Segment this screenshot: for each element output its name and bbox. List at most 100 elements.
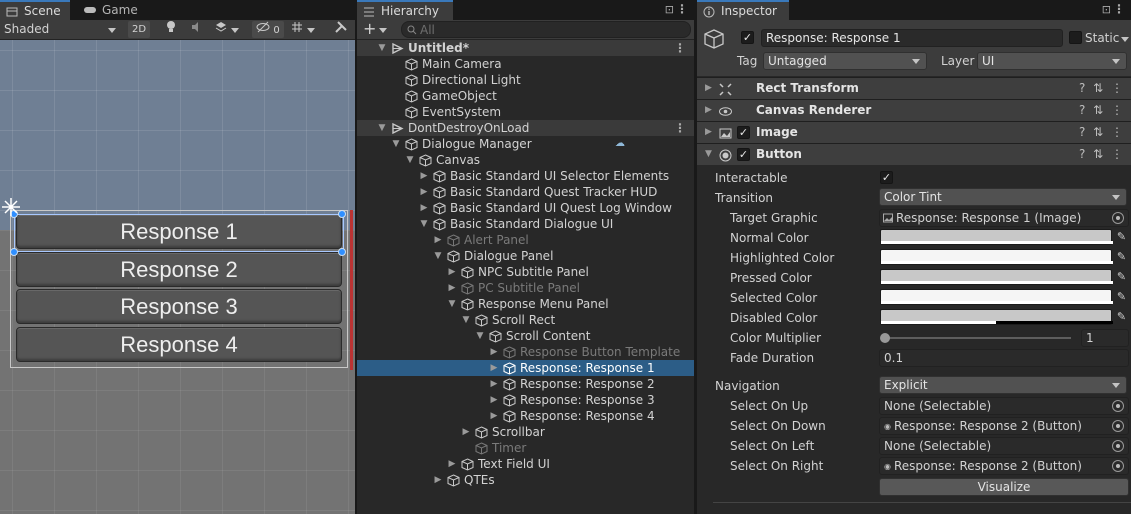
add-object-button[interactable]: + — [363, 20, 391, 40]
object-picker-icon[interactable] — [1112, 420, 1124, 432]
expand-arrow-icon[interactable]: ▶ — [489, 360, 499, 376]
eyedropper-icon[interactable]: ✎ — [1115, 310, 1128, 323]
expand-arrow-icon[interactable]: ▶ — [419, 168, 429, 184]
scene-visibility-toggle[interactable]: 0 — [252, 21, 284, 38]
hierarchy-row[interactable]: ▼ Basic Standard Dialogue UI — [357, 216, 694, 232]
pressed-color-swatch[interactable] — [880, 269, 1113, 285]
response-button-4[interactable]: Response 4 — [16, 327, 342, 362]
transition-dropdown[interactable]: Color Tint — [879, 188, 1127, 206]
selected-color-swatch[interactable] — [880, 289, 1113, 305]
interactable-checkbox[interactable]: ✓ — [880, 171, 893, 184]
enabled-checkbox[interactable]: ✓ — [737, 126, 750, 139]
hierarchy-search-input[interactable]: All — [401, 21, 691, 38]
expand-arrow-icon[interactable]: ▶ — [489, 376, 499, 392]
hierarchy-row[interactable]: ▼ Response Menu Panel — [357, 296, 694, 312]
scene-menu-icon[interactable]: ⋮ — [674, 40, 686, 56]
resize-handle[interactable] — [10, 248, 18, 256]
collapse-arrow-icon[interactable]: ▼ — [377, 40, 387, 56]
panel-menu-icon[interactable]: ⋮ — [676, 2, 688, 16]
hierarchy-row[interactable]: GameObject — [357, 88, 694, 104]
hierarchy-row[interactable]: ▼ Dialogue Manager ☁ — [357, 136, 694, 152]
select-on-right-field[interactable]: ◉ Response: Response 2 (Button) — [879, 457, 1129, 475]
hierarchy-row[interactable]: ▶ Basic Standard UI Selector Elements — [357, 168, 694, 184]
hierarchy-row[interactable]: ▶ NPC Subtitle Panel — [357, 264, 694, 280]
expand-arrow-icon[interactable]: ▶ — [489, 408, 499, 424]
expand-arrow-icon[interactable]: ▶ — [461, 424, 471, 440]
object-picker-icon[interactable] — [1112, 212, 1124, 224]
hierarchy-row[interactable]: ▶ Basic Standard Quest Tracker HUD — [357, 184, 694, 200]
tab-inspector[interactable]: Inspector — [697, 0, 789, 20]
highlighted-color-swatch[interactable] — [880, 249, 1113, 265]
lighting-toggle[interactable] — [162, 21, 180, 38]
response-button-2[interactable]: Response 2 — [16, 252, 342, 287]
hierarchy-row[interactable]: EventSystem — [357, 104, 694, 120]
hierarchy-row[interactable]: ▶ QTEs — [357, 472, 694, 488]
tab-game[interactable]: Game — [78, 0, 148, 20]
tag-dropdown[interactable]: Untagged — [763, 52, 927, 70]
hierarchy-row[interactable]: ▶ Scrollbar — [357, 424, 694, 440]
eyedropper-icon[interactable]: ✎ — [1115, 230, 1128, 243]
expand-arrow-icon[interactable]: ▶ — [447, 280, 457, 296]
layer-dropdown[interactable]: UI — [977, 52, 1127, 70]
color-multiplier-track[interactable] — [881, 337, 1071, 339]
collapse-arrow-icon[interactable]: ▼ — [405, 152, 415, 168]
eyedropper-icon[interactable]: ✎ — [1115, 270, 1128, 283]
collapse-arrow-icon[interactable]: ▼ — [377, 120, 387, 136]
response-button-3[interactable]: Response 3 — [16, 289, 342, 324]
hierarchy-scene-row[interactable]: ▼ DontDestroyOnLoad ⋮ — [357, 120, 694, 136]
target-graphic-field[interactable]: Response: Response 1 (Image) — [879, 209, 1129, 227]
enabled-checkbox[interactable]: ✓ — [737, 148, 750, 161]
color-multiplier-knob[interactable] — [880, 333, 890, 343]
select-on-down-field[interactable]: ◉ Response: Response 2 (Button) — [879, 417, 1129, 435]
collapse-arrow-icon[interactable]: ▼ — [461, 312, 471, 328]
visualize-button[interactable]: Visualize — [879, 478, 1129, 496]
collapse-arrow-icon[interactable]: ▼ — [433, 248, 443, 264]
collapse-arrow-icon[interactable]: ▼ — [419, 216, 429, 232]
tab-scene[interactable]: Scene — [0, 0, 70, 20]
expand-arrow-icon[interactable]: ▶ — [433, 472, 443, 488]
expand-arrow-icon[interactable]: ▶ — [447, 456, 457, 472]
object-name-field[interactable]: Response: Response 1 — [761, 29, 1063, 47]
hierarchy-row[interactable]: ▶ Response: Response 1 — [357, 360, 694, 376]
hierarchy-row[interactable]: ▶ PC Subtitle Panel — [357, 280, 694, 296]
normal-color-swatch[interactable] — [880, 229, 1113, 245]
collapse-arrow-icon[interactable]: ▼ — [391, 136, 401, 152]
expand-arrow-icon[interactable]: ▶ — [447, 264, 457, 280]
audio-toggle[interactable] — [188, 21, 206, 38]
collapse-arrow-icon[interactable]: ▼ — [475, 328, 485, 344]
eyedropper-icon[interactable]: ✎ — [1115, 250, 1128, 263]
resize-handle[interactable] — [338, 248, 346, 256]
grid-snap-dropdown[interactable] — [288, 21, 318, 38]
object-picker-icon[interactable] — [1112, 400, 1124, 412]
mode-2d-toggle[interactable]: 2D — [128, 21, 150, 38]
hierarchy-row[interactable]: ▶ Response Button Template — [357, 344, 694, 360]
object-picker-icon[interactable] — [1112, 440, 1124, 452]
hierarchy-row[interactable]: ▶ Basic Standard UI Quest Log Window — [357, 200, 694, 216]
disabled-color-swatch[interactable] — [880, 309, 1113, 325]
component-tools[interactable]: ? ⇅ ⋮ — [1079, 78, 1125, 99]
expand-arrow-icon[interactable]: ▶ — [419, 200, 429, 216]
hierarchy-row[interactable]: ▼ Scroll Content — [357, 328, 694, 344]
hierarchy-row[interactable]: ▶ Response: Response 3 — [357, 392, 694, 408]
component-rect-transform[interactable]: ▶ Rect Transform ? ⇅ ⋮ — [697, 77, 1131, 99]
expand-arrow-icon[interactable]: ▶ — [489, 344, 499, 360]
tab-hierarchy[interactable]: Hierarchy — [357, 0, 453, 20]
component-canvas-renderer[interactable]: ▶ Canvas Renderer ? ⇅ ⋮ — [697, 99, 1131, 121]
tools-button[interactable] — [332, 21, 350, 38]
shading-mode-dropdown[interactable]: Shaded — [4, 20, 116, 40]
hierarchy-row[interactable]: ▶ Text Field UI — [357, 456, 694, 472]
resize-handle[interactable] — [338, 210, 346, 218]
component-tools[interactable]: ? ⇅ ⋮ — [1079, 144, 1125, 165]
hierarchy-row[interactable]: ▼ Dialogue Panel — [357, 248, 694, 264]
hierarchy-row[interactable]: Main Camera — [357, 56, 694, 72]
collapse-arrow-icon[interactable]: ▼ — [447, 296, 457, 312]
effects-dropdown[interactable] — [212, 21, 242, 38]
hierarchy-row[interactable]: Timer — [357, 440, 694, 456]
object-picker-icon[interactable] — [1112, 460, 1124, 472]
component-image[interactable]: ▶ ✓ Image ? ⇅ ⋮ — [697, 121, 1131, 143]
hierarchy-row[interactable]: ▶ Alert Panel — [357, 232, 694, 248]
hierarchy-row[interactable]: ▼ Scroll Rect — [357, 312, 694, 328]
select-on-left-field[interactable]: None (Selectable) — [879, 437, 1129, 455]
lock-icon[interactable]: ⊡ — [1102, 3, 1111, 16]
hierarchy-row[interactable]: ▶ Response: Response 4 — [357, 408, 694, 424]
